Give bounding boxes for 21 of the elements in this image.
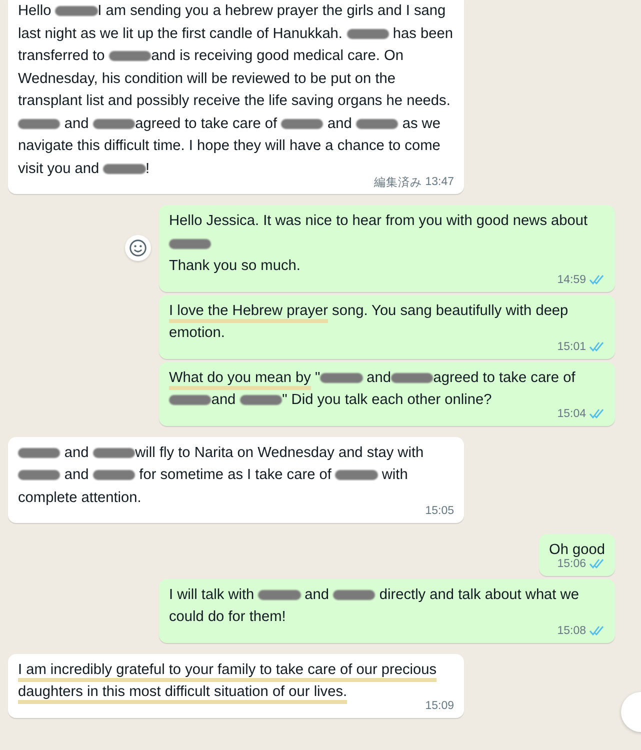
smiley-icon: [129, 239, 147, 258]
message-text: and will fly to Narita on Wednesday and stay with and for sometime as I take care of with complete attention.: [18, 444, 425, 508]
message-text: and agreed to take care of and as we navigate this difficult time. I hope they will have a chance to come visit you and !: [18, 114, 442, 176]
message-time: 15:06: [557, 558, 586, 570]
message-time: 15:05: [425, 505, 454, 517]
message-text: I am incredibly grateful to your family to take care of our precious daughters in this most difficult situation of our lives.: [18, 660, 438, 701]
message-text: Hello Jessica. It was nice to hear from you with good news about: [169, 210, 605, 255]
message-text: I love the Hebrew prayer song. You sang beautifully with deep emotion.: [169, 302, 570, 342]
message-text: What do you mean by " and agreed to take care of and " Did you talk each other online?: [169, 368, 576, 409]
message-text: Hello I am sending you a hebrew prayer the girls and I sang last night as we lit up the first candle of Hanukkah. has been transferred to and is receiving good medical care. On Wednesday, his condition will be reviewed to be put on the transplant list and possibly receive the life saving organs he needs.: [18, 2, 454, 111]
message-text: Thank you so much.: [169, 257, 302, 276]
emoji-button[interactable]: [125, 235, 151, 262]
message-text: Oh good: [549, 541, 605, 559]
message-text: I will talk with and directly and talk about what we could do for them!: [169, 586, 580, 626]
edited-label: 編集済み: [374, 176, 422, 190]
message-time: 14:59: [557, 274, 586, 286]
message-time: 15:09: [425, 700, 454, 712]
message-time: 13:47: [425, 176, 454, 188]
message-time: 15:04: [557, 408, 586, 420]
message-time: 15:01: [557, 340, 586, 352]
message-time: 15:08: [557, 624, 586, 636]
